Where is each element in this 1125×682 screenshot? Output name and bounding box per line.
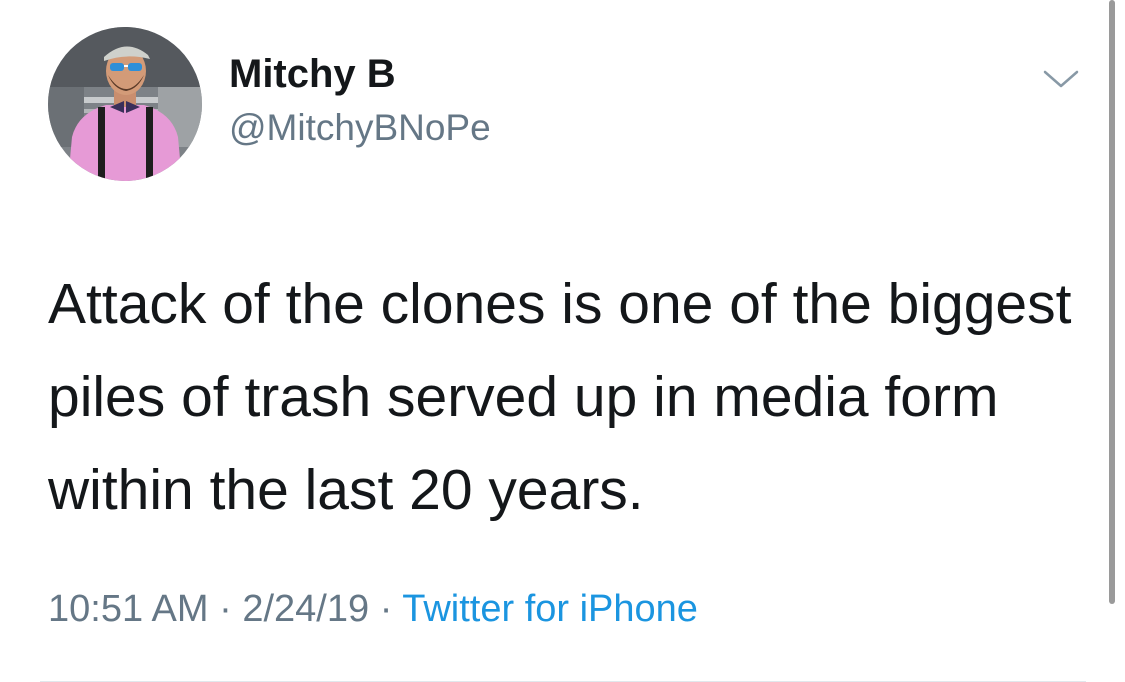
tweet-text: Attack of the clones is one of the bigge… (48, 272, 1072, 522)
avatar-photo (48, 27, 202, 181)
avatar[interactable] (48, 27, 202, 181)
chevron-down-icon[interactable] (1040, 64, 1082, 94)
scrollbar[interactable] (1109, 0, 1115, 604)
tweet-card: Mitchy B @MitchyBNoPe Attack of the clon… (0, 0, 1125, 682)
tweet-source-link[interactable]: Twitter for iPhone (402, 588, 698, 630)
tweet-date[interactable]: 2/24/19 (242, 588, 369, 630)
tweet-meta: 10:51 AM · 2/24/19 · Twitter for iPhone (48, 585, 698, 633)
separator: · (219, 588, 232, 630)
user-handle[interactable]: @MitchyBNoPe (229, 106, 491, 150)
separator: · (379, 588, 393, 630)
tweet-time[interactable]: 10:51 AM (48, 588, 209, 630)
display-name[interactable]: Mitchy B (229, 51, 396, 97)
